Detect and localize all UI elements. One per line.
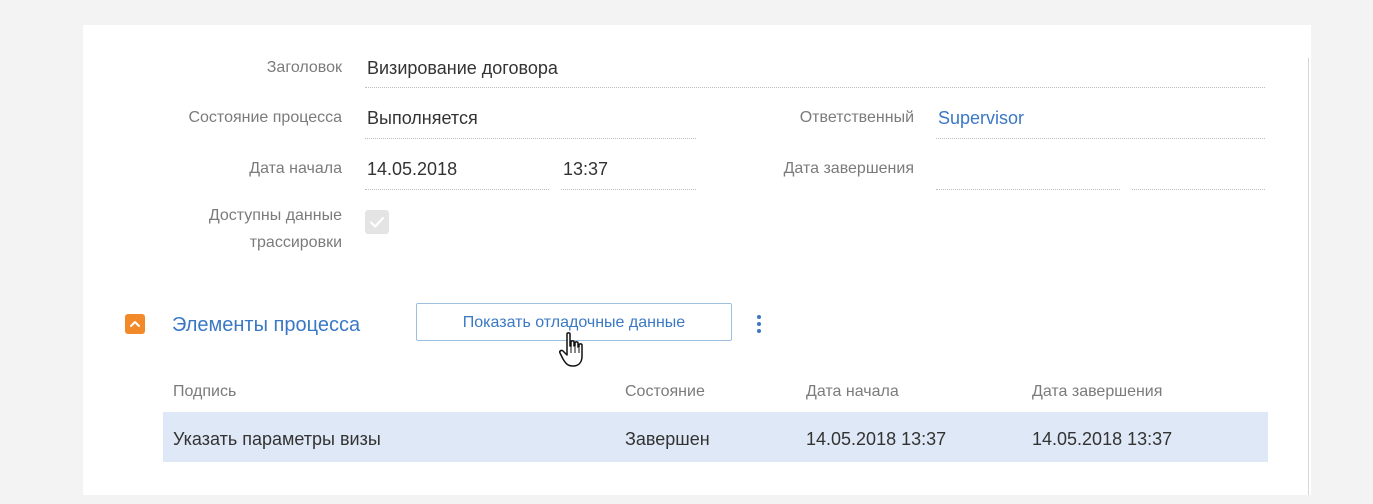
row-start: 14.05.2018 13:37	[806, 429, 947, 449]
column-header-end[interactable]: Дата завершения	[1032, 382, 1162, 402]
column-header-caption[interactable]: Подпись	[173, 382, 236, 402]
vertical-ellipsis-icon	[757, 315, 761, 333]
state-field[interactable]: Выполняется	[367, 107, 478, 129]
state-field-underline	[365, 138, 696, 139]
row-caption: Указать параметры визы	[173, 429, 381, 449]
checkmark-icon	[369, 216, 385, 228]
state-label: Состояние процесса	[188, 109, 342, 126]
process-elements-title[interactable]: Элементы процесса	[172, 313, 360, 337]
end-label: Дата завершения	[783, 160, 914, 177]
title-label: Заголовок	[266, 59, 342, 76]
row-state: Завершен	[625, 429, 710, 449]
owner-link[interactable]: Supervisor	[938, 107, 1024, 129]
title-field[interactable]: Визирование договора	[367, 57, 558, 79]
row-end: 14.05.2018 13:37	[1032, 429, 1173, 449]
start-date-field[interactable]: 14.05.2018	[367, 158, 457, 180]
start-time-field[interactable]: 13:37	[563, 158, 608, 180]
end-time-underline	[1132, 189, 1265, 190]
hand-pointer-cursor-icon	[558, 331, 590, 371]
trace-label-line2: трассировки	[249, 234, 342, 251]
collapse-group-button[interactable]	[125, 314, 145, 334]
column-header-state[interactable]: Состояние	[625, 382, 705, 402]
trace-label-line1: Доступны данные	[208, 207, 342, 224]
title-field-underline	[365, 87, 1265, 88]
card-divider	[1308, 58, 1309, 495]
column-header-start[interactable]: Дата начала	[806, 382, 899, 402]
more-actions-button[interactable]	[752, 312, 766, 336]
owner-label: Ответственный	[799, 109, 914, 126]
chevron-up-icon	[130, 321, 140, 327]
owner-field-underline	[936, 138, 1265, 139]
start-time-underline	[561, 189, 696, 190]
trace-checkbox[interactable]	[365, 210, 389, 234]
end-date-underline	[936, 189, 1120, 190]
start-date-underline	[365, 189, 549, 190]
start-label: Дата начала	[249, 160, 342, 177]
